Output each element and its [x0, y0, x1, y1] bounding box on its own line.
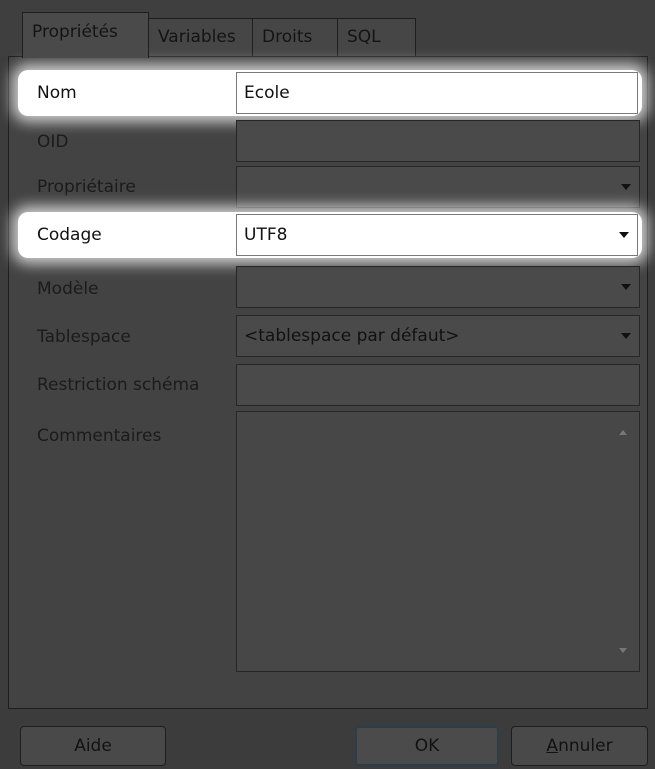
- tab-proprietes[interactable]: Propriétés: [22, 12, 149, 58]
- restriction-label: Restriction schéma: [37, 375, 200, 395]
- chevron-down-icon[interactable]: [621, 333, 631, 339]
- button-bar: Aide OK Annuler: [0, 709, 655, 769]
- restriction-input[interactable]: [236, 364, 640, 406]
- tab-droits[interactable]: Droits: [252, 18, 338, 56]
- annuler-button[interactable]: Annuler: [511, 726, 648, 766]
- chevron-down-icon[interactable]: [619, 232, 629, 238]
- commentaires-textarea[interactable]: [236, 411, 640, 672]
- codage-value: UTF8: [244, 225, 288, 245]
- commentaires-label: Commentaires: [37, 426, 162, 446]
- tablespace-value: <tablespace par défaut>: [244, 326, 460, 346]
- proprietaire-label: Propriétaire: [37, 177, 136, 197]
- chevron-down-icon[interactable]: [621, 284, 631, 290]
- scroll-up-icon[interactable]: [619, 430, 627, 435]
- tablespace-select[interactable]: <tablespace par défaut>: [236, 315, 640, 357]
- aide-button[interactable]: Aide: [20, 726, 166, 766]
- highlight-codage: Codage UTF8: [18, 212, 642, 258]
- tab-variables[interactable]: Variables: [148, 18, 253, 56]
- modele-label: Modèle: [37, 279, 99, 299]
- highlight-nom: Nom Ecole: [18, 70, 642, 116]
- ok-button[interactable]: OK: [355, 726, 499, 766]
- chevron-down-icon[interactable]: [621, 184, 631, 190]
- nom-input[interactable]: Ecole: [236, 72, 638, 114]
- codage-label: Codage: [37, 225, 102, 245]
- modele-select[interactable]: [236, 266, 640, 308]
- codage-select[interactable]: UTF8: [236, 214, 638, 256]
- nom-label: Nom: [37, 83, 77, 103]
- tab-sql[interactable]: SQL: [337, 18, 416, 56]
- oid-label: OID: [37, 132, 69, 152]
- scroll-down-icon[interactable]: [619, 648, 627, 653]
- tab-bar: Propriétés Variables Droits SQL: [0, 0, 655, 58]
- oid-input[interactable]: [236, 120, 640, 162]
- tablespace-label: Tablespace: [37, 327, 131, 347]
- proprietaire-select[interactable]: [236, 166, 640, 208]
